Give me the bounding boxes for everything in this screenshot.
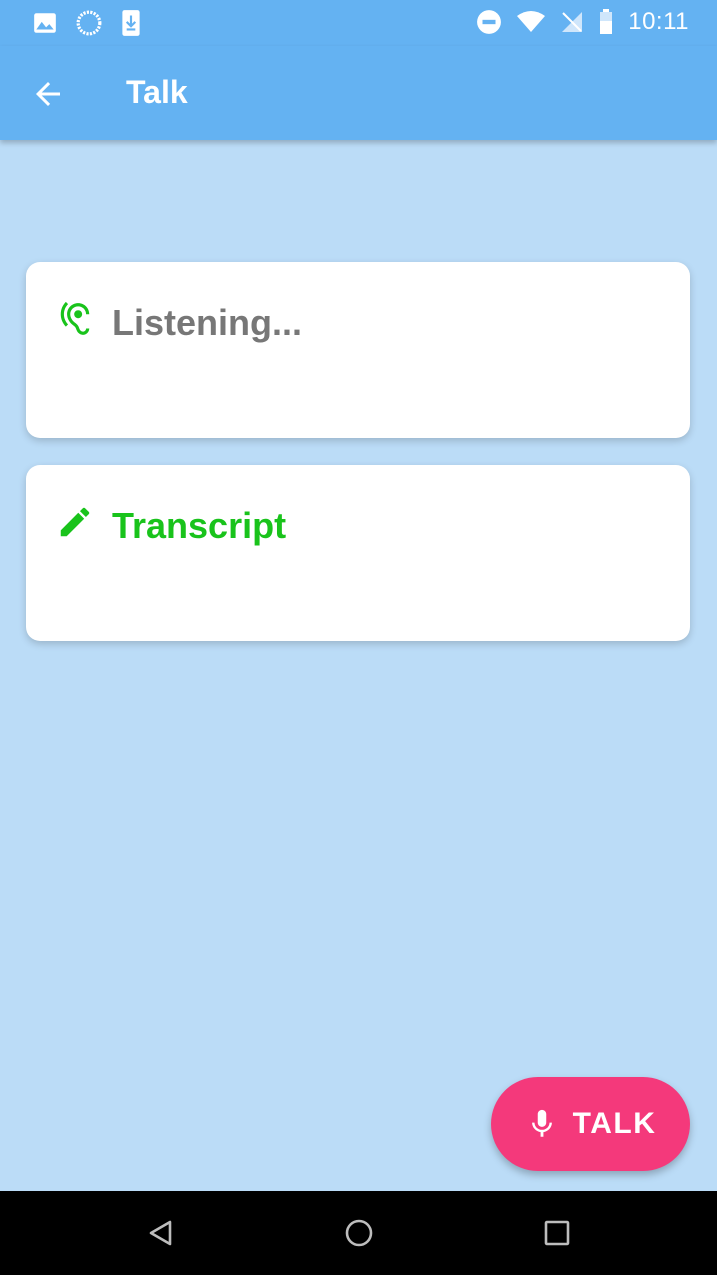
status-left-icons xyxy=(32,9,142,37)
arrow-back-icon xyxy=(36,82,60,106)
transcript-card: Transcript xyxy=(26,465,690,641)
navigation-bar xyxy=(0,1191,717,1275)
do-not-disturb-icon xyxy=(477,10,502,34)
home-circle-icon xyxy=(345,1219,373,1247)
download-icon xyxy=(122,10,140,36)
nav-back-button[interactable] xyxy=(140,1213,180,1253)
page-title: Talk xyxy=(126,74,188,110)
status-right-icons: 10:11 xyxy=(476,8,689,36)
battery-icon xyxy=(600,9,613,34)
recents-square-icon xyxy=(544,1220,570,1246)
ear-icon xyxy=(60,301,90,335)
nav-recents-button[interactable] xyxy=(537,1213,577,1253)
listening-card: Listening... xyxy=(26,262,690,438)
listening-status: Listening... xyxy=(112,302,303,343)
transcript-heading: Transcript xyxy=(112,505,287,546)
talk-button[interactable]: TALK xyxy=(491,1077,690,1171)
image-icon xyxy=(34,13,56,33)
wifi-icon xyxy=(517,11,546,32)
no-signal-icon xyxy=(562,12,583,32)
talk-button-label: TALK xyxy=(572,1107,657,1140)
app-bar: Talk xyxy=(0,46,717,140)
status-time: 10:11 xyxy=(628,8,689,35)
microphone-icon xyxy=(531,1109,552,1137)
sync-progress-icon xyxy=(76,10,102,36)
nav-home-button[interactable] xyxy=(339,1213,379,1253)
back-triangle-icon xyxy=(149,1220,172,1246)
back-button[interactable] xyxy=(30,76,66,112)
status-bar: 10:11 xyxy=(0,0,717,46)
pencil-icon xyxy=(60,507,90,537)
